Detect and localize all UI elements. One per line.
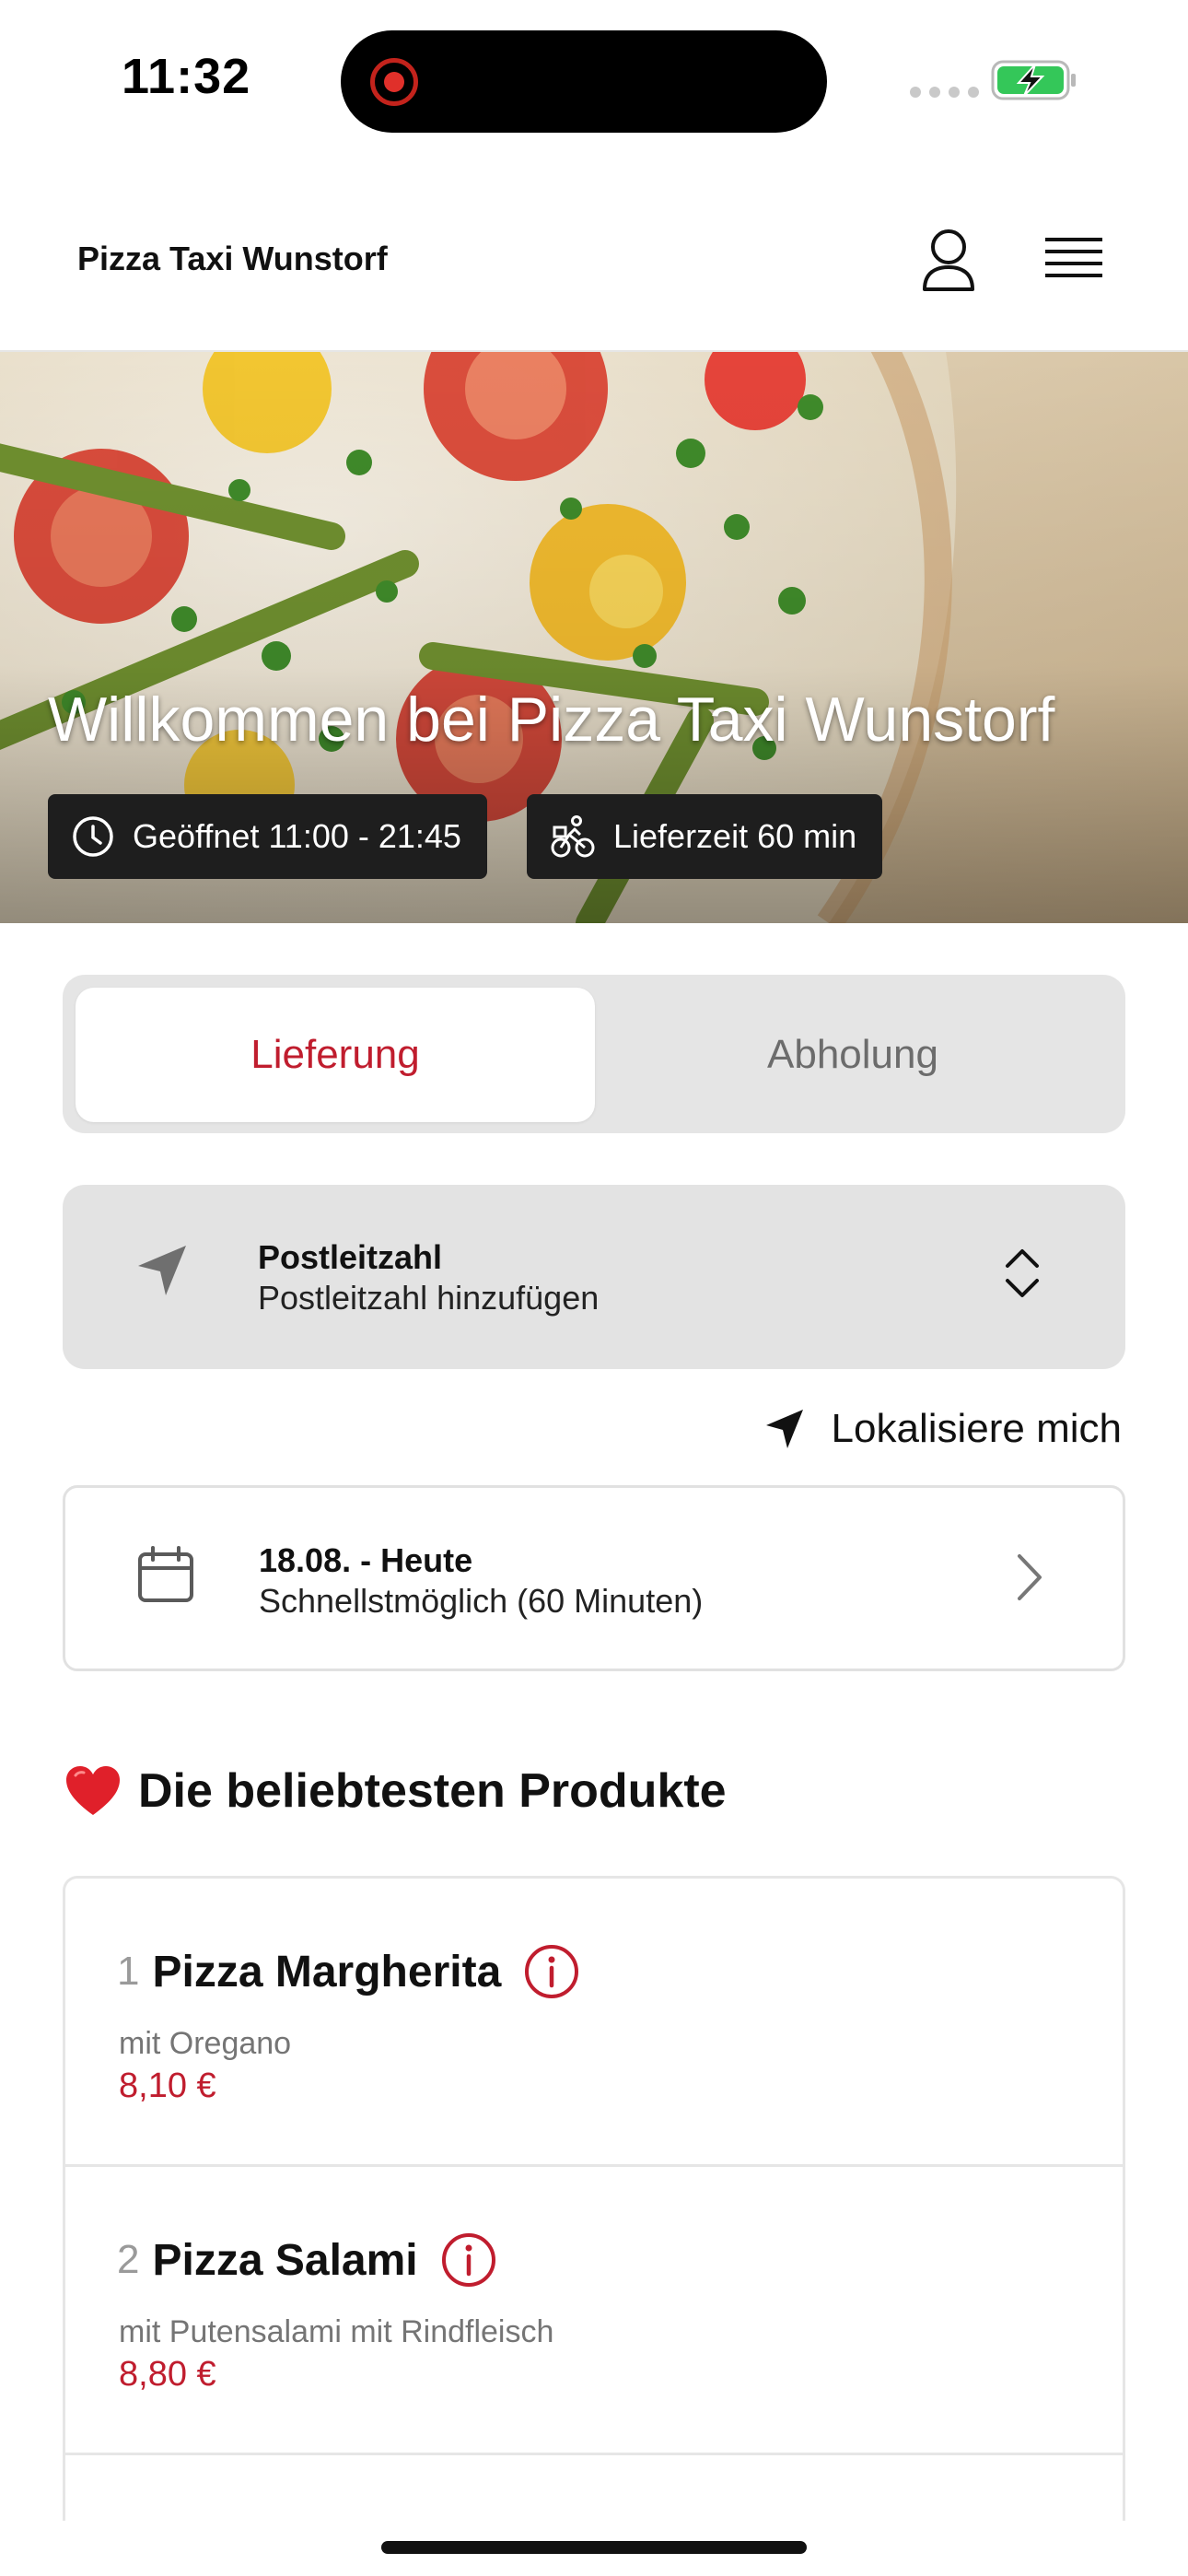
locate-me-label: Lokalisiere mich [831, 1406, 1122, 1451]
delivery-schedule-card[interactable]: 18.08. - Heute Schnellstmöglich (60 Minu… [63, 1485, 1125, 1671]
popular-products-heading: Die beliebtesten Produkte [64, 1763, 727, 1819]
chevron-up-down-icon [1006, 1249, 1039, 1297]
product-info-button[interactable] [440, 2231, 497, 2289]
product-rank: 2 [117, 2237, 140, 2282]
product-rank: 1 [117, 1949, 140, 1994]
heart-icon [66, 1766, 120, 1815]
account-button[interactable] [912, 223, 985, 297]
product-price: 8,10 € [119, 2067, 216, 2105]
location-arrow-icon [138, 1246, 186, 1295]
clock-icon [73, 816, 113, 857]
status-bar: 11:32 [0, 0, 1188, 166]
tab-delivery[interactable]: Lieferung [76, 988, 595, 1122]
cellular-signal-icon [910, 87, 979, 98]
bicycle-courier-icon [551, 815, 595, 858]
navigation-arrow-icon [765, 1410, 803, 1448]
chevron-right-icon [1018, 1554, 1042, 1600]
order-mode-switch: Lieferung Abholung [63, 975, 1125, 1133]
list-item[interactable]: 2 Pizza Salami mit Putensalami mit Rindf… [65, 2167, 1123, 2455]
popular-products-title: Die beliebtesten Produkte [138, 1764, 727, 1818]
product-list: 1 Pizza Margherita mit Oregano 8,10 € 2 … [63, 1876, 1125, 2521]
hero-title: Willkommen bei Pizza Taxi Wunstorf [48, 685, 1055, 755]
product-name: Pizza Margherita [152, 1947, 502, 1996]
product-header: 2 Pizza Salami [117, 2231, 497, 2289]
product-name: Pizza Salami [152, 2235, 418, 2285]
info-icon [441, 2233, 495, 2287]
home-indicator[interactable] [381, 2541, 807, 2554]
recording-indicator-icon [370, 58, 418, 106]
menu-button[interactable] [1037, 223, 1111, 297]
locate-me-button[interactable]: Lokalisiere mich [763, 1400, 1122, 1458]
app-header: Pizza Taxi Wunstorf [0, 166, 1188, 352]
product-price: 8,80 € [119, 2355, 216, 2394]
delivery-time-text: Lieferzeit 60 min [613, 817, 857, 855]
battery-charging-icon [991, 60, 1076, 100]
product-description: mit Putensalami mit Rindfleisch [119, 2314, 554, 2349]
opening-hours-badge: Geöffnet 11:00 - 21:45 [48, 794, 487, 879]
list-item[interactable]: 1 Pizza Margherita mit Oregano 8,10 € [65, 1879, 1123, 2167]
tab-pickup[interactable]: Abholung [593, 988, 1112, 1122]
info-icon [525, 1945, 579, 1998]
product-info-button[interactable] [523, 1943, 580, 2000]
brand-name[interactable]: Pizza Taxi Wunstorf [77, 240, 388, 278]
calendar-icon [138, 1546, 193, 1602]
user-icon [923, 229, 974, 291]
schedule-date: 18.08. - Heute [259, 1541, 473, 1579]
hamburger-menu-icon [1045, 238, 1102, 277]
product-header: 1 Pizza Margherita [117, 1943, 580, 2000]
status-time: 11:32 [122, 49, 251, 104]
opening-hours-text: Geöffnet 11:00 - 21:45 [133, 817, 461, 855]
postal-code-placeholder: Postleitzahl hinzufügen [258, 1279, 600, 1317]
delivery-time-badge: Lieferzeit 60 min [527, 794, 883, 879]
product-description: mit Oregano [119, 2026, 292, 2061]
postal-code-label: Postleitzahl [258, 1238, 443, 1276]
hero-banner: Willkommen bei Pizza Taxi Wunstorf Geöff… [0, 352, 1188, 923]
schedule-time: Schnellstmöglich (60 Minuten) [259, 1582, 704, 1620]
dynamic-island [341, 30, 827, 133]
postal-code-field[interactable]: Postleitzahl Postleitzahl hinzufügen [63, 1185, 1125, 1369]
